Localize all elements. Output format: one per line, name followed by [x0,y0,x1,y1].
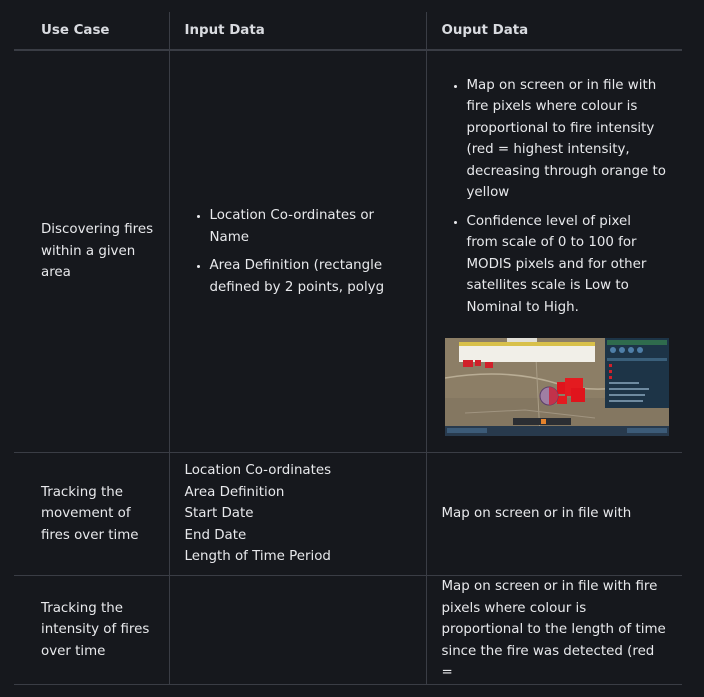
page: Use Case Input Data Ouput Data Discoveri… [0,0,704,697]
input-line: Area Definition [184,484,285,500]
input-line: End Date [184,527,247,543]
list-item: Confidence level of pixel from scale of … [467,211,667,319]
table-row: Tracking the intensity of fires over tim… [14,575,682,685]
input-data-cell: Location Co-ordinates or Name Area Defin… [169,50,427,453]
input-line: Location Co-ordinates [184,463,332,479]
list-item: Map on screen or in file with fire pixel… [467,75,667,204]
output-data-cell: Map on screen or in file with fire pixel… [426,50,682,453]
list-item: Area Definition (rectangle defined by 2 … [210,255,412,298]
input-line: Length of Time Period [184,549,331,565]
table-row: Discovering fires within a given area Lo… [14,50,682,453]
header-input-data: Input Data [169,12,427,51]
use-case-cell: Tracking the intensity of fires over tim… [14,575,170,685]
output-data-cell: Map on screen or in file with [426,452,682,576]
header-output-data: Ouput Data [426,12,682,51]
header-use-case: Use Case [14,12,170,51]
use-case-cell: Tracking the movement of fires over time [14,452,170,576]
input-line: Start Date [184,506,254,522]
table-header-row: Use Case Input Data Ouput Data [14,12,682,51]
fire-map-screenshot [444,338,669,437]
table-row: Tracking the movement of fires over time… [14,452,682,576]
output-list: Map on screen or in file with fire pixel… [442,75,667,319]
input-data-cell: Location Co-ordinates Area Definition St… [169,452,427,576]
use-case-cell: Discovering fires within a given area [14,50,170,453]
input-data-cell [169,575,427,685]
input-list: Location Co-ordinates or Name Area Defin… [185,205,412,298]
output-data-cell: Map on screen or in file with fire pixel… [426,575,682,685]
list-item: Location Co-ordinates or Name [210,205,412,248]
use-case-table: Use Case Input Data Ouput Data Discoveri… [14,12,682,685]
